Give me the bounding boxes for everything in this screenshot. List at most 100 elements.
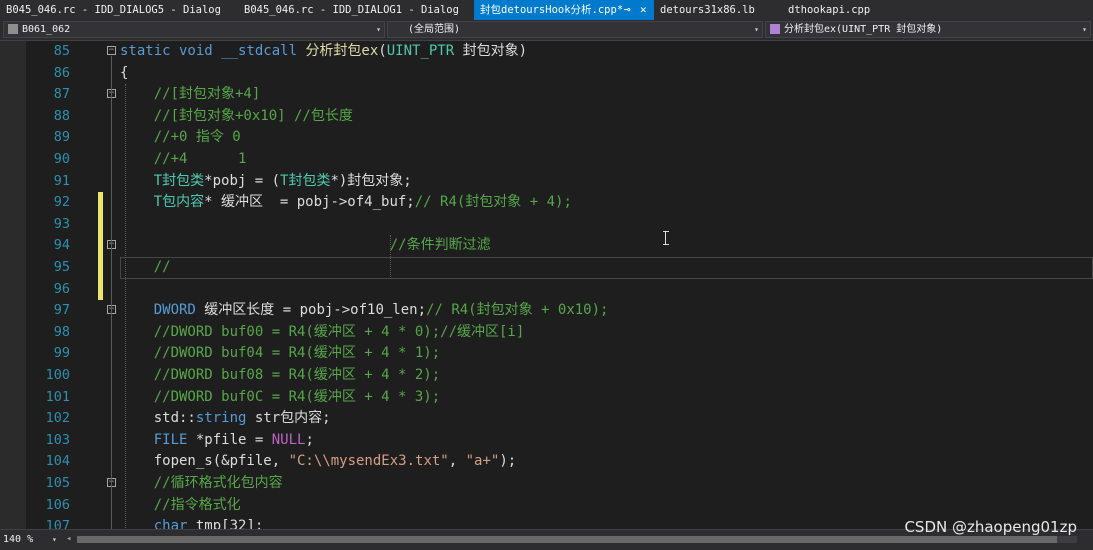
member-label: 分析封包ex(UINT_PTR 封包对象) [784, 24, 943, 35]
fold-guide [111, 56, 113, 529]
project-label: B061_062 [22, 24, 71, 35]
line-number: 102 [45, 410, 70, 427]
code-line[interactable]: 86 { [0, 63, 1093, 85]
code-line[interactable]: 104 fopen_s(&pfile, "C:\\mysendEx3.txt",… [0, 451, 1093, 473]
code-text: //DWORD buf0C = R4(缓冲区 + 4 * 3); [153, 388, 441, 405]
code-text: //[封包对象+0x10] //包长度 [153, 107, 353, 124]
indent-guide [390, 235, 391, 279]
code-text: //+4 1 [153, 151, 247, 167]
code-text: char tmp[32]; [153, 518, 264, 529]
change-marker [98, 192, 103, 214]
code-line[interactable]: 91 T封包类*pobj = (T封包类*)封包对象; [0, 171, 1093, 193]
code-editor[interactable]: 85 − static void __stdcall 分析封包ex(UINT_PTR… [0, 41, 1093, 529]
code-text: T包内容* 缓冲区 = pobj->of4_buf;// R4(封包对象 + 4… [153, 194, 572, 211]
line-number: 105 [45, 475, 70, 491]
line-number: 89 [53, 129, 70, 146]
code-line[interactable]: 85 − static void __stdcall 分析封包ex(UINT_PTR… [0, 41, 1093, 63]
close-icon[interactable]: ✕ [640, 0, 647, 20]
tab-b045-dialog1[interactable]: B045_046.rc - IDD_DIALOG1 - Dialog [238, 0, 476, 20]
code-line[interactable]: 106 //指令格式化 [0, 495, 1093, 517]
line-number: 92 [53, 194, 70, 211]
code-line[interactable]: 87− //[封包对象+4] [0, 84, 1093, 106]
code-line[interactable]: 101 //DWORD buf0C = R4(缓冲区 + 4 * 3); [0, 387, 1093, 409]
code-text: //DWORD buf08 = R4(缓冲区 + 4 * 2); [153, 367, 441, 383]
line-number: 98 [53, 323, 70, 340]
line-number: 106 [45, 496, 70, 513]
code-text: std::string str包内容; [120, 410, 331, 427]
change-marker [98, 213, 103, 236]
code-text: T封包类*pobj = (T封包类*)封包对象; [153, 172, 412, 189]
navigation-bar: B061_062 ▾ (全局范围) ▾ 分析封包ex(UINT_PTR 封包对象… [0, 20, 1093, 41]
code-text: //DWORD buf00 = R4(缓冲区 + 4 * 0);//缓冲区[i] [153, 323, 525, 340]
code-line[interactable]: 102 std::string str包内容; [0, 408, 1093, 430]
collapse-icon[interactable]: − [107, 46, 116, 55]
line-number: 107 [45, 518, 70, 529]
code-line[interactable]: 94− //条件判断过滤 [0, 235, 1093, 257]
change-marker [98, 278, 103, 301]
zoom-dropdown-icon[interactable]: ▾ [52, 532, 57, 547]
method-icon [770, 24, 780, 34]
code-line[interactable]: 96 [0, 278, 1093, 301]
line-number: 100 [45, 367, 70, 383]
code-text: // [153, 259, 171, 275]
code-text: { [120, 64, 129, 81]
zoom-level[interactable]: 140 % [3, 532, 33, 547]
line-number: 95 [53, 259, 70, 275]
tab-label: B045_046.rc - IDD_DIALOG5 - Dialog [6, 4, 221, 16]
code-line[interactable]: 92 T包内容* 缓冲区 = pobj->of4_buf;// R4(封包对象 … [0, 192, 1093, 214]
line-number: 104 [45, 453, 70, 470]
line-number: 91 [53, 172, 70, 189]
code-line[interactable]: 95 // [0, 257, 1093, 279]
chevron-down-icon: ▾ [376, 25, 381, 34]
line-number: 90 [53, 151, 70, 167]
code-line[interactable]: 89 //+0 指令 0 [0, 127, 1093, 149]
code-line[interactable]: 99 //DWORD buf04 = R4(缓冲区 + 4 * 1); [0, 343, 1093, 365]
line-number: 99 [53, 345, 70, 362]
tab-label: B045_046.rc - IDD_DIALOG1 - Dialog [244, 4, 459, 16]
code-text: static void __stdcall 分析封包ex(UINT_PTR 封包… [120, 43, 528, 59]
line-number: 101 [45, 388, 70, 405]
project-icon [8, 24, 18, 34]
project-dropdown[interactable]: B061_062 ▾ [3, 21, 385, 38]
change-marker [98, 235, 103, 257]
current-line-highlight [120, 257, 1093, 279]
scope-dropdown[interactable]: (全局范围) ▾ [387, 21, 763, 38]
code-line[interactable]: 98 //DWORD buf00 = R4(缓冲区 + 4 * 0);//缓冲区… [0, 322, 1093, 344]
code-line[interactable]: 105− //循环格式化包内容 [0, 473, 1093, 495]
scroll-left-icon[interactable]: ◂ [66, 532, 71, 547]
line-number: 87 [53, 86, 70, 103]
tab-active-cpp[interactable]: 封包detoursHook分析.cpp* ⊸ ✕ [474, 0, 654, 20]
tab-detours-lib[interactable]: detours31x86.lb [654, 0, 782, 20]
code-text: //指令格式化 [153, 496, 241, 513]
code-text: FILE *pfile = NULL; [153, 431, 314, 448]
line-number: 97 [53, 302, 70, 319]
line-number: 85 [53, 43, 70, 59]
indent-guide [125, 84, 126, 529]
code-text: //+0 指令 0 [153, 129, 241, 146]
code-line[interactable]: 100 //DWORD buf08 = R4(缓冲区 + 4 * 2); [0, 365, 1093, 387]
code-line[interactable]: 97− DWORD 缓冲区长度 = pobj->of10_len;// R4(封… [0, 300, 1093, 322]
code-line[interactable]: 93 [0, 213, 1093, 236]
line-number: 94 [53, 237, 70, 254]
scrollbar-thumb[interactable] [77, 536, 1057, 543]
tab-label: 封包detoursHook分析.cpp* [480, 4, 624, 16]
watermark: CSDN @zhaopeng01zp [904, 518, 1077, 536]
change-marker [98, 257, 103, 279]
line-number: 86 [53, 64, 70, 81]
code-text: fopen_s(&pfile, "C:\\mysendEx3.txt", "a+… [120, 453, 517, 470]
code-line[interactable]: 90 //+4 1 [0, 149, 1093, 171]
code-text: //条件判断过滤 [389, 237, 491, 254]
horizontal-scrollbar[interactable] [77, 536, 1077, 543]
line-number: 93 [53, 215, 70, 232]
code-line[interactable]: 103 FILE *pfile = NULL; [0, 430, 1093, 452]
tab-label: dthookapi.cpp [788, 4, 871, 16]
code-line[interactable]: 88 //[封包对象+0x10] //包长度 [0, 106, 1093, 128]
member-dropdown[interactable]: 分析封包ex(UINT_PTR 封包对象) ▾ [765, 21, 1091, 38]
pin-icon[interactable]: ⊸ [624, 0, 631, 20]
line-number: 96 [53, 280, 70, 297]
tab-b045-dialog5[interactable]: B045_046.rc - IDD_DIALOG5 - Dialog [0, 0, 240, 20]
text-cursor-icon [663, 231, 669, 245]
code-text: //[封包对象+4] [153, 86, 261, 103]
tab-dthookapi[interactable]: dthookapi.cpp [782, 0, 932, 20]
tab-label: detours31x86.lb [660, 4, 755, 16]
